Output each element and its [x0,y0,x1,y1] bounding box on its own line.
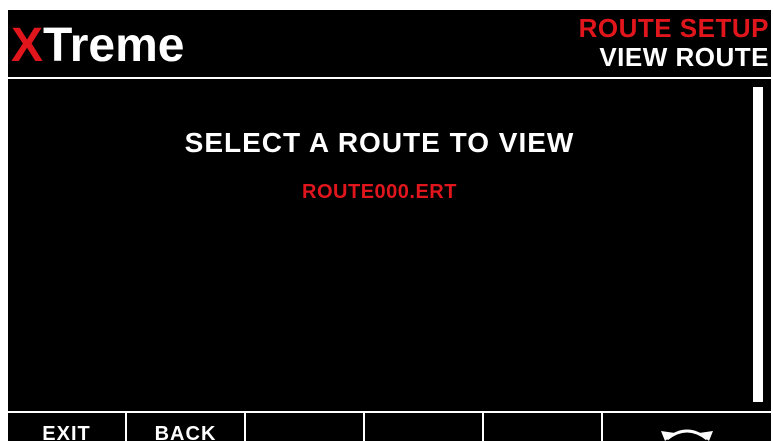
brand-logo: XTreme [11,16,184,76]
softkey-3[interactable] [246,413,365,441]
softkey-back-label: BACK [154,423,217,441]
select-route-prompt: SELECT A ROUTE TO VIEW [184,127,575,158]
header-titles: ROUTE SETUP VIEW ROUTE [579,14,769,72]
device-screen: XTreme ROUTE SETUP VIEW ROUTE SELECT A R… [8,10,771,441]
softkey-rotate[interactable] [603,413,771,441]
softkey-bar: EXIT BACK [8,411,771,441]
brand-logo-text: Treme [43,19,185,72]
brand-logo-x: X [11,19,44,72]
softkey-back[interactable]: BACK [127,413,246,441]
mode-title: ROUTE SETUP [578,13,769,43]
softkey-exit[interactable]: EXIT [8,413,127,441]
screen-title: VIEW ROUTE [599,42,769,72]
rotate-arrows-icon [661,429,713,441]
header: XTreme ROUTE SETUP VIEW ROUTE [8,10,771,77]
softkey-exit-label: EXIT [42,423,91,441]
route-list-item[interactable]: ROUTE000.ERT [8,180,751,204]
softkey-4[interactable] [365,413,484,441]
softkey-5[interactable] [484,413,603,441]
scrollbar[interactable] [753,87,763,402]
content-area: SELECT A ROUTE TO VIEW ROUTE000.ERT [8,79,771,409]
